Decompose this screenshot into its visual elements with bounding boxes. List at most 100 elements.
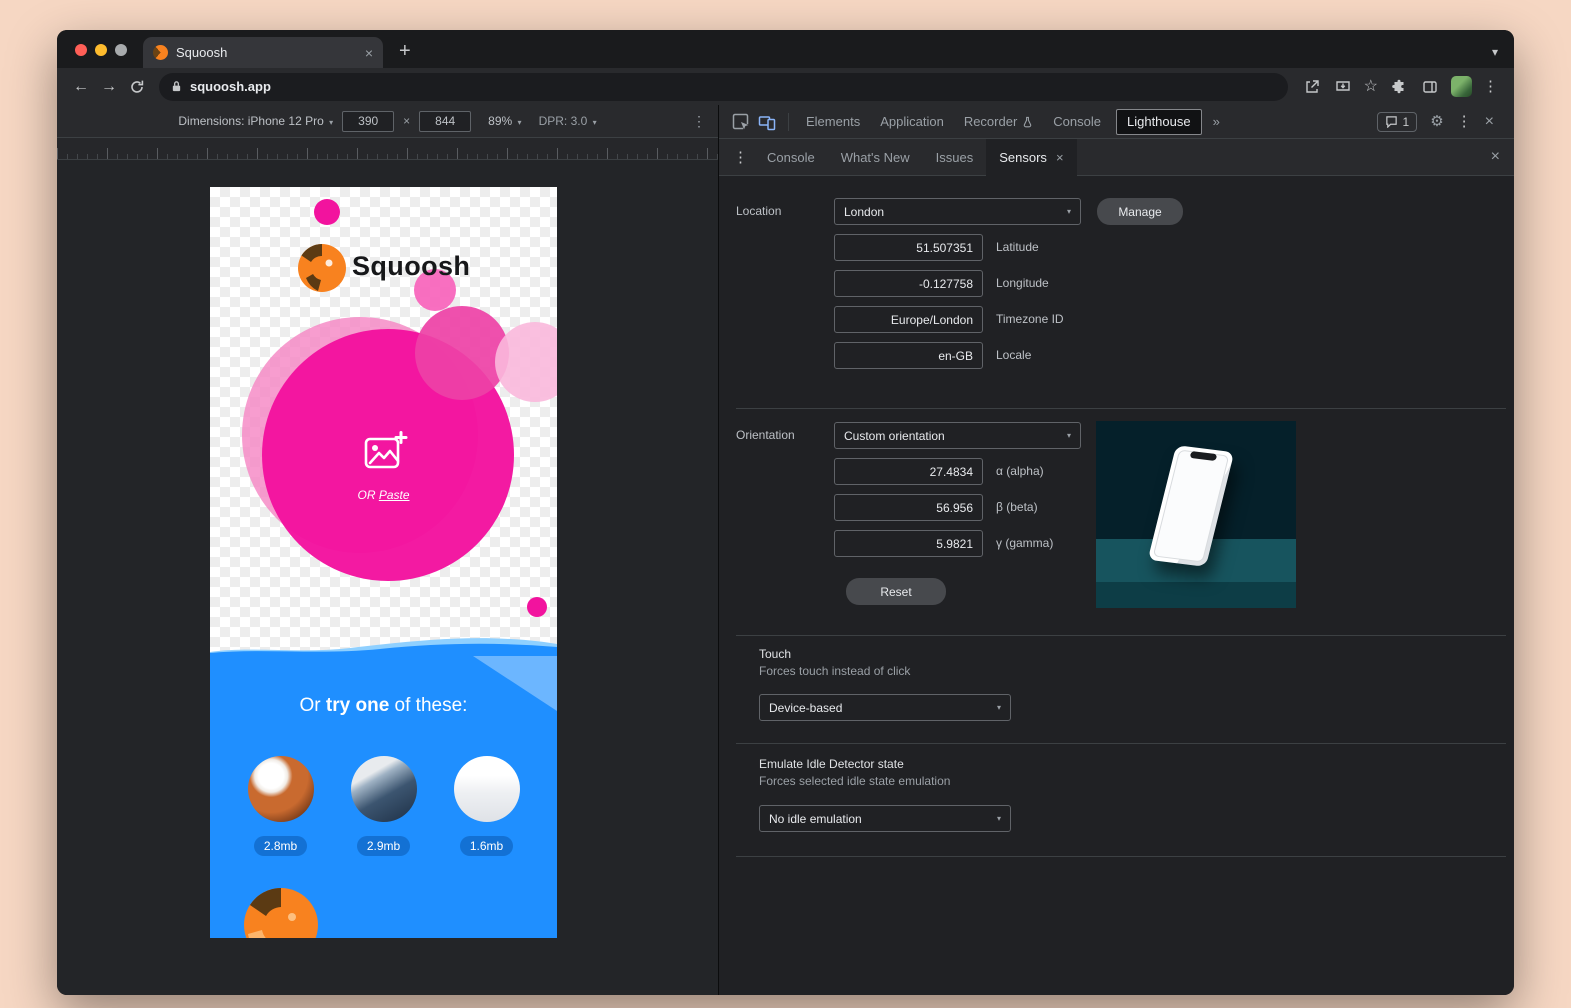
side-panel-icon — [1422, 79, 1438, 95]
decor-pink-dot-small — [527, 597, 547, 617]
browser-menu-icon[interactable]: ⋮ — [1483, 79, 1498, 94]
longitude-label: Longitude — [996, 270, 1049, 297]
chevron-down-icon: ▾ — [329, 118, 333, 127]
reload-button[interactable] — [123, 73, 151, 101]
share-button[interactable] — [1302, 77, 1322, 97]
beta-label: β (beta) — [996, 494, 1038, 521]
minimize-window-button[interactable] — [95, 44, 107, 56]
add-image-icon — [362, 429, 408, 475]
drawer-tab-console[interactable]: Console — [754, 139, 828, 176]
tab-strip: Squoosh × + ▾ — [57, 30, 1514, 68]
orientation-label: Orientation — [736, 422, 795, 449]
device-toolbar: Dimensions: iPhone 12 Pro ▾ 390 × 844 89… — [57, 105, 718, 138]
toolbar-separator — [788, 113, 789, 131]
try-one-heading: Or try one of these: — [210, 695, 557, 717]
drawer-tab-issues[interactable]: Issues — [923, 139, 987, 176]
sample-size-badge: 1.6mb — [460, 836, 513, 856]
close-window-button[interactable] — [75, 44, 87, 56]
sample-images: 2.8mb 2.9mb 1.6mb — [210, 756, 557, 856]
device-dimensions-dropdown[interactable]: Dimensions: iPhone 12 Pro ▾ — [178, 114, 333, 128]
device-toolbar-icon — [758, 113, 776, 131]
paste-link[interactable]: Paste — [379, 488, 410, 502]
touch-select[interactable]: Device-based ▾ — [759, 694, 1011, 721]
tab-lighthouse[interactable]: Lighthouse — [1116, 109, 1202, 135]
beta-input[interactable]: 56.956 — [834, 494, 983, 521]
locale-input[interactable]: en-GB — [834, 342, 983, 369]
chevron-down-icon: ▾ — [518, 118, 522, 127]
drawer-menu-icon[interactable]: ⋮ — [727, 150, 754, 165]
close-sensors-tab-icon[interactable]: × — [1056, 151, 1064, 164]
idle-title: Emulate Idle Detector state — [759, 757, 904, 771]
devtools-toolbar-actions: 1 ⚙ ⋮ × — [1377, 112, 1504, 132]
extensions-button[interactable] — [1389, 77, 1409, 97]
browser-tab[interactable]: Squoosh × — [143, 37, 383, 68]
tab-recorder[interactable]: Recorder — [954, 105, 1043, 139]
devtools-menu-icon[interactable]: ⋮ — [1457, 114, 1472, 129]
squoosh-mascot-icon — [244, 888, 318, 938]
back-button[interactable]: ← — [67, 73, 95, 101]
orientation-select[interactable]: Custom orientation ▾ — [834, 422, 1081, 449]
viewport-width-input[interactable]: 390 — [342, 111, 394, 132]
timezone-input[interactable]: Europe/London — [834, 306, 983, 333]
latitude-input[interactable]: 51.507351 — [834, 234, 983, 261]
location-label: Location — [736, 198, 781, 225]
orientation-3d-preview[interactable] — [1096, 421, 1296, 608]
drawer-tab-sensors[interactable]: Sensors × — [986, 139, 1076, 176]
install-app-button[interactable] — [1333, 77, 1353, 97]
tab-close-icon[interactable]: × — [365, 46, 373, 60]
zoom-window-button[interactable] — [115, 44, 127, 56]
sample-size-badge: 2.9mb — [357, 836, 410, 856]
alpha-input[interactable]: 27.4834 — [834, 458, 983, 485]
issues-counter-button[interactable]: 1 — [1377, 112, 1418, 132]
section-divider — [736, 408, 1506, 409]
device-toolbar-menu-icon[interactable]: ⋮ — [692, 113, 706, 130]
orientation-value: Custom orientation — [844, 429, 945, 443]
toggle-device-toolbar-button[interactable] — [755, 110, 779, 134]
locale-label: Locale — [996, 342, 1031, 369]
tab-title: Squoosh — [176, 45, 357, 60]
longitude-input[interactable]: -0.127758 — [834, 270, 983, 297]
idle-value: No idle emulation — [769, 812, 862, 826]
location-select[interactable]: London ▾ — [834, 198, 1081, 225]
chevron-down-icon: ▾ — [989, 703, 1001, 712]
bookmark-star-icon[interactable]: ☆ — [1364, 79, 1378, 95]
idle-select[interactable]: No idle emulation ▾ — [759, 805, 1011, 832]
alpha-label: α (alpha) — [996, 458, 1044, 485]
tab-console[interactable]: Console — [1043, 105, 1111, 139]
more-tabs-chevron-icon[interactable]: » — [1207, 114, 1226, 129]
sample-image-screenshot[interactable] — [454, 756, 520, 822]
profile-avatar[interactable] — [1451, 76, 1472, 97]
tab-application[interactable]: Application — [870, 105, 954, 139]
reset-button[interactable]: Reset — [846, 578, 946, 605]
inspect-cursor-icon — [732, 113, 750, 131]
dpr-dropdown[interactable]: DPR: 3.0 ▾ — [539, 114, 597, 128]
zoom-dropdown[interactable]: 89% ▾ — [488, 114, 521, 128]
open-in-new-icon — [1304, 79, 1320, 95]
settings-gear-icon[interactable]: ⚙ — [1430, 114, 1443, 129]
reload-icon — [129, 79, 145, 95]
devtools-drawer-toolbar: ⋮ Console What's New Issues Sensors × × — [719, 139, 1514, 176]
phone-model — [1148, 445, 1235, 567]
side-panel-button[interactable] — [1420, 77, 1440, 97]
sample-image-artwork[interactable] — [351, 756, 417, 822]
devtools-main-toolbar: Elements Application Recorder Console Li… — [719, 105, 1514, 139]
chevron-down-icon: ▾ — [1059, 207, 1071, 216]
tab-elements[interactable]: Elements — [796, 105, 870, 139]
phone-screen — [1153, 450, 1230, 563]
device-dimensions-label: Dimensions: iPhone 12 Pro — [178, 114, 323, 128]
drawer-tab-whats-new[interactable]: What's New — [828, 139, 923, 176]
address-bar[interactable]: squoosh.app — [159, 73, 1288, 101]
wave-decoration — [210, 636, 557, 657]
browser-toolbar: ← → squoosh.app ☆ — [57, 68, 1514, 105]
sample-image-red-panda[interactable] — [248, 756, 314, 822]
gamma-input[interactable]: 5.9821 — [834, 530, 983, 557]
close-drawer-icon[interactable]: × — [1491, 149, 1500, 165]
forward-button[interactable]: → — [95, 73, 123, 101]
viewport-height-input[interactable]: 844 — [419, 111, 471, 132]
inspect-element-button[interactable] — [729, 110, 753, 134]
new-tab-button[interactable]: + — [399, 41, 411, 61]
close-devtools-icon[interactable]: × — [1485, 114, 1494, 130]
tab-search-chevron-icon[interactable]: ▾ — [1492, 46, 1498, 58]
devtools-panel: Elements Application Recorder Console Li… — [718, 105, 1514, 995]
manage-button[interactable]: Manage — [1097, 198, 1183, 225]
